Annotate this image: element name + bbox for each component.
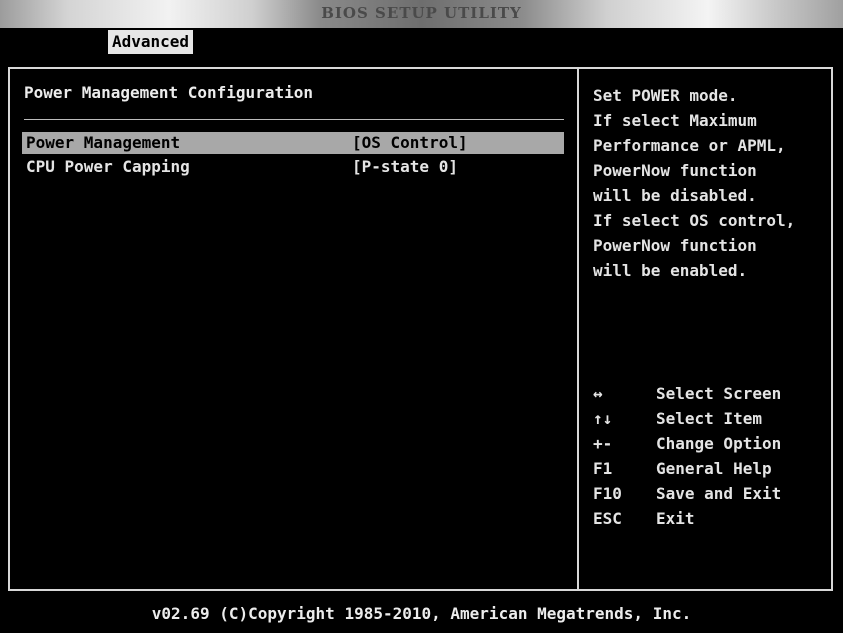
key-f1: F1 [593, 459, 613, 478]
setting-value[interactable]: [P-state 0] [352, 156, 458, 178]
key-row-select-screen: ↔ Select Screen [593, 381, 825, 406]
help-line: If select OS control, [593, 211, 796, 230]
key-row-change-option: +- Change Option [593, 431, 825, 456]
key-f10: F10 [593, 484, 622, 503]
title-separator [24, 119, 564, 120]
tab-bar: Advanced [0, 28, 843, 58]
key-description: Exit [656, 509, 695, 528]
help-line: Set POWER mode. [593, 86, 738, 105]
key-row-save-exit: F10 Save and Exit [593, 481, 825, 506]
key-description: Save and Exit [656, 484, 782, 503]
panel-divider [577, 67, 579, 591]
setting-cpu-power-capping[interactable]: CPU Power Capping [P-state 0] [22, 156, 564, 178]
help-line: If select Maximum [593, 111, 757, 130]
key-description: Change Option [656, 434, 782, 453]
help-line: Performance or APML, [593, 136, 786, 155]
help-line: will be enabled. [593, 261, 748, 280]
plus-minus-icon: +- [593, 434, 613, 453]
title-bar: BIOS SETUP UTILITY [0, 0, 843, 28]
key-row-select-item: ↑↓ Select Item [593, 406, 825, 431]
copyright-footer: v02.69 (C)Copyright 1985-2010, American … [151, 604, 692, 623]
help-line: PowerNow function [593, 161, 757, 180]
key-esc: ESC [593, 509, 622, 528]
key-legend: ↔ Select Screen ↑↓ Select Item +- Change… [593, 381, 825, 531]
help-panel: Set POWER mode. If select Maximum Perfor… [593, 83, 825, 283]
key-description: Select Item [656, 409, 762, 428]
left-right-arrows-icon: ↔ [593, 384, 603, 403]
key-description: Select Screen [656, 384, 782, 403]
setting-label: Power Management [26, 133, 181, 152]
key-description: General Help [656, 459, 772, 478]
tab-advanced[interactable]: Advanced [108, 30, 194, 54]
setting-power-management[interactable]: Power Management [OS Control] [22, 132, 564, 154]
key-row-general-help: F1 General Help [593, 456, 825, 481]
help-line: will be disabled. [593, 186, 757, 205]
help-line: PowerNow function [593, 236, 757, 255]
key-row-exit: ESC Exit [593, 506, 825, 531]
setting-value[interactable]: [OS Control] [352, 132, 468, 154]
setting-label: CPU Power Capping [26, 157, 190, 176]
page-title: Power Management Configuration [24, 83, 313, 102]
bios-title: BIOS SETUP UTILITY [321, 4, 522, 22]
up-down-arrows-icon: ↑↓ [593, 409, 613, 428]
